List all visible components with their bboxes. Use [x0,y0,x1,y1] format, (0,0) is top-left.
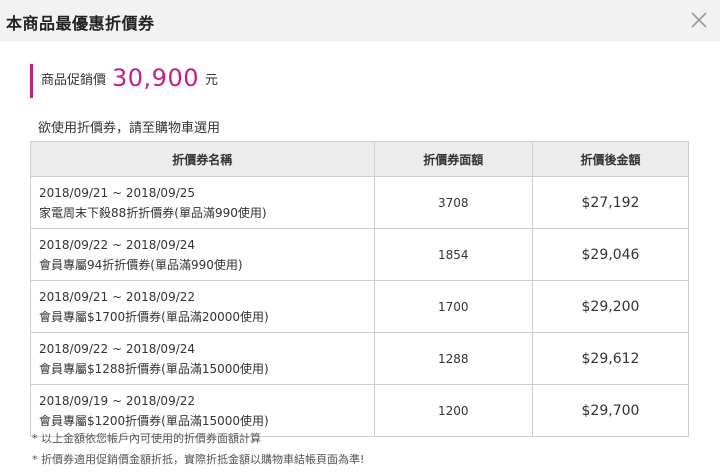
table-row: 2018/09/19 ~ 2018/09/22 會員專屬$1200折價券(單品滿… [30,384,690,437]
close-button[interactable] [684,5,714,35]
close-icon [691,12,707,28]
coupon-amount: 1700 [373,280,533,333]
header-coupon-amount: 折價券面額 [373,141,533,177]
dialog-header: 本商品最優惠折價券 [0,0,720,42]
promo-price-value: 30,900 [112,64,199,92]
table-row: 2018/09/22 ~ 2018/09/24 會員專屬94折折價券(單品滿99… [30,228,690,281]
coupon-dates: 2018/09/19 ~ 2018/09/22 [39,393,196,408]
coupon-amount: 1288 [373,332,533,385]
promo-price-unit: 元 [205,73,219,88]
coupon-name: 會員專屬$1700折價券(單品滿20000使用) [39,309,269,324]
coupon-name: 家電周末下殺88折折價券(單品滿990使用) [39,205,267,220]
promo-price-box: 商品促銷價 30,900 元 [30,64,218,98]
coupon-dates: 2018/09/21 ~ 2018/09/25 [39,185,196,200]
coupon-name: 會員專屬$1288折價券(單品滿15000使用) [39,361,269,376]
coupon-amount: 1854 [373,228,533,281]
coupon-amount: 1200 [373,384,533,437]
final-price: $27,192 [531,176,690,229]
instruction-text: 欲使用折價券，請至購物車選用 [38,121,221,136]
coupon-name-cell: 2018/09/19 ~ 2018/09/22 會員專屬$1200折價券(單品滿… [30,384,375,437]
table-row: 2018/09/21 ~ 2018/09/22 會員專屬$1700折價券(單品滿… [30,280,690,333]
coupon-name: 會員專屬94折折價券(單品滿990使用) [39,257,243,272]
table-header-row: 折價券名稱 折價券面額 折價後金額 [30,141,690,177]
coupon-dates: 2018/09/22 ~ 2018/09/24 [39,341,196,356]
table-row: 2018/09/21 ~ 2018/09/25 家電周末下殺88折折價券(單品滿… [30,176,690,229]
header-coupon-name: 折價券名稱 [30,141,375,177]
coupon-name: 會員專屬$1200折價券(單品滿15000使用) [39,413,269,428]
promo-price-label: 商品促銷價 [41,73,107,88]
final-price: $29,612 [531,332,690,385]
coupon-dates: 2018/09/21 ~ 2018/09/22 [39,289,196,304]
coupon-name-cell: 2018/09/22 ~ 2018/09/24 會員專屬94折折價券(單品滿99… [30,228,375,281]
coupon-dates: 2018/09/22 ~ 2018/09/24 [39,237,196,252]
header-final-price: 折價後金額 [531,141,690,177]
coupon-amount: 3708 [373,176,533,229]
final-price: $29,700 [531,384,690,437]
coupon-name-cell: 2018/09/22 ~ 2018/09/24 會員專屬$1288折價券(單品滿… [30,332,375,385]
final-price: $29,046 [531,228,690,281]
dialog-title: 本商品最優惠折價券 [6,14,155,33]
coupon-table: 折價券名稱 折價券面額 折價後金額 2018/09/21 ~ 2018/09/2… [30,141,690,437]
footnote-2: * 折價券適用促銷價金額折抵，實際折抵金額以購物車結帳頁面為準! [32,453,365,466]
final-price: $29,200 [531,280,690,333]
table-row: 2018/09/22 ~ 2018/09/24 會員專屬$1288折價券(單品滿… [30,332,690,385]
coupon-name-cell: 2018/09/21 ~ 2018/09/22 會員專屬$1700折價券(單品滿… [30,280,375,333]
coupon-name-cell: 2018/09/21 ~ 2018/09/25 家電周末下殺88折折價券(單品滿… [30,176,375,229]
footnote-1: * 以上金額依您帳戶內可使用的折價券面額計算 [32,432,261,445]
